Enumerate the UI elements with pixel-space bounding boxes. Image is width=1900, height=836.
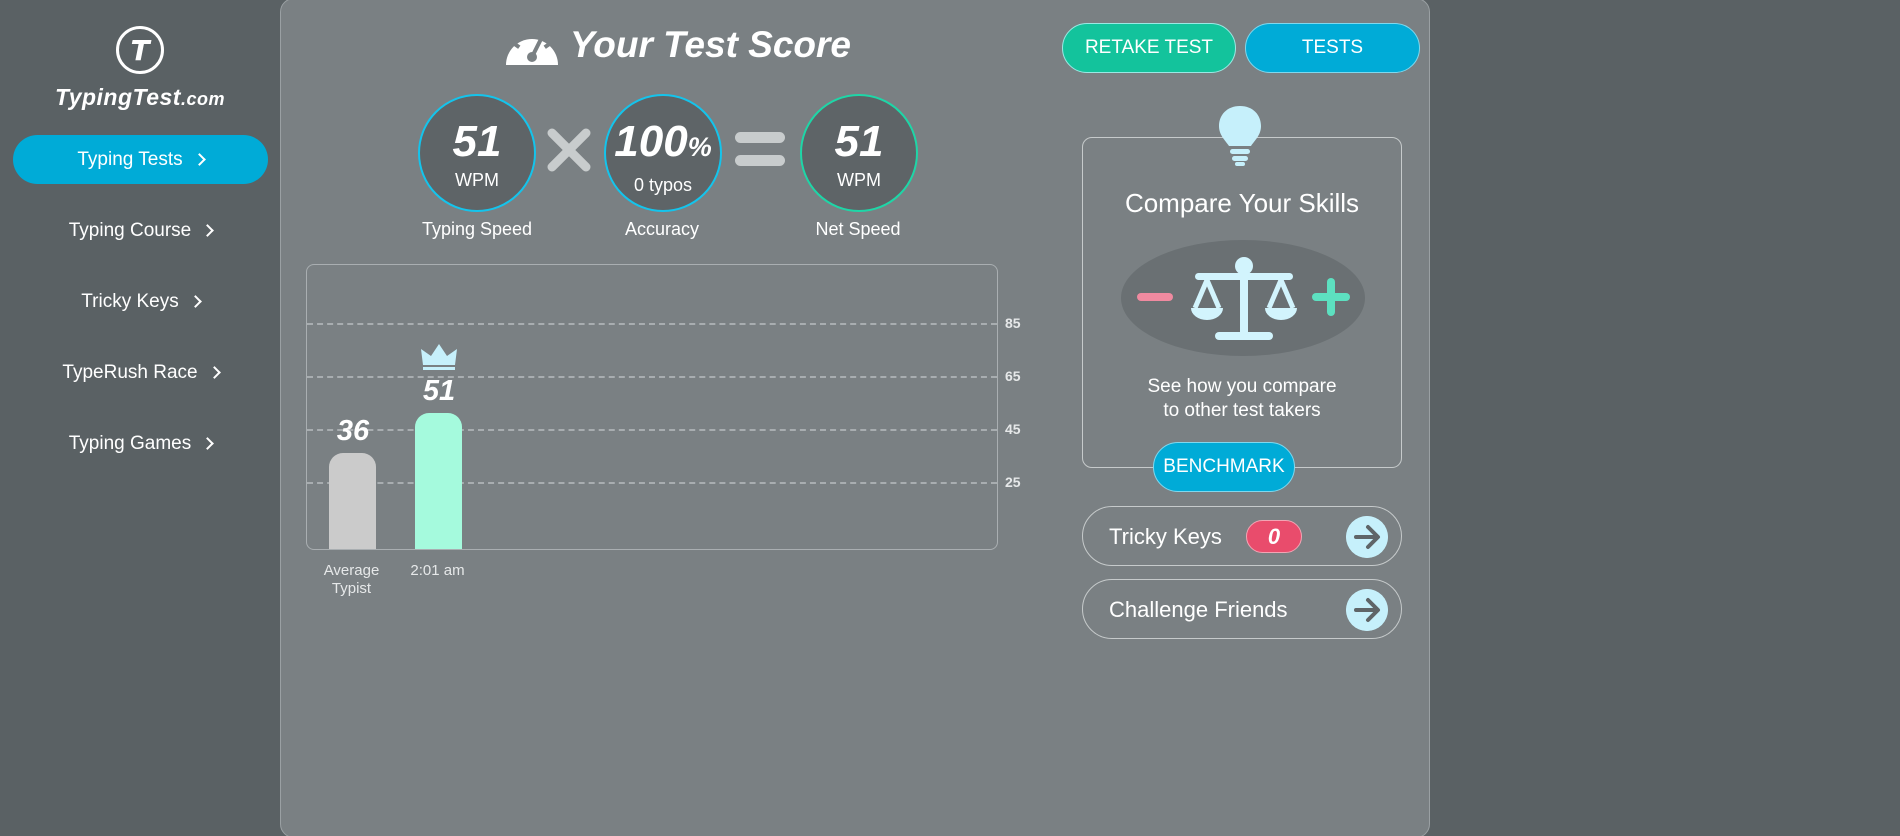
typing-speed-value: 51	[452, 117, 502, 166]
tests-button[interactable]: TESTS	[1245, 23, 1420, 73]
net-speed-unit: WPM	[837, 170, 881, 190]
sidebar-item-label: Typing Course	[68, 219, 192, 241]
sidebar-item-label: Tricky Keys	[81, 290, 179, 312]
sidebar-item-typing-games[interactable]: Typing Games	[13, 419, 268, 468]
net-speed-label: Net Speed	[815, 219, 901, 239]
y-tick-label: 85	[1005, 315, 1021, 331]
typing-speed-unit: WPM	[455, 170, 499, 190]
challenge-friends-row[interactable]: Challenge Friends	[1082, 579, 1402, 639]
tricky-keys-row[interactable]: Tricky Keys 0	[1082, 506, 1402, 566]
multiply-icon	[547, 128, 591, 172]
chevron-right-icon	[192, 153, 206, 166]
sidebar-item-typerush-race[interactable]: TypeRush Race	[13, 348, 268, 397]
x-category-label: 2:01 am	[410, 562, 465, 579]
typos-count: 0 typos	[633, 175, 693, 195]
sidebar-nav: Typing Tests Typing Course Tricky Keys T…	[13, 135, 268, 490]
compare-description: See how you compare to other test takers	[1147, 376, 1337, 421]
chevron-right-icon	[201, 437, 215, 450]
gridline	[307, 323, 997, 325]
y-tick-label: 25	[1005, 474, 1021, 490]
compare-skills-card: Compare Your Skills See how you compare …	[1082, 137, 1402, 468]
logo-text: TypingTest.com	[55, 84, 225, 110]
typingtest-logo-icon: T	[116, 26, 164, 74]
retake-test-button[interactable]: RETAKE TEST	[1062, 23, 1236, 73]
bar-average-typist	[329, 452, 376, 549]
sidebar-item-label: Typing Tests	[77, 148, 183, 170]
sidebar: T TypingTest.com Typing Tests Typing Cou…	[0, 0, 280, 836]
accuracy-label: Accuracy	[624, 219, 700, 239]
arrow-right-icon[interactable]	[1346, 589, 1388, 631]
sidebar-item-typing-course[interactable]: Typing Course	[13, 206, 268, 255]
sidebar-item-label: Typing Games	[68, 432, 192, 454]
lightbulb-icon	[1219, 106, 1261, 166]
chevron-right-icon	[201, 224, 215, 237]
sidebar-item-tricky-keys[interactable]: Tricky Keys	[13, 277, 268, 326]
bar-your-result	[415, 413, 462, 549]
bar-value-label: 36	[336, 414, 370, 447]
sidebar-item-typing-tests[interactable]: Typing Tests	[13, 135, 268, 184]
title-text: Your Test Score	[570, 24, 852, 65]
gridline	[307, 429, 997, 431]
tricky-keys-count-badge: 0	[1246, 520, 1302, 553]
accuracy-value: 100%	[614, 117, 712, 166]
bar-value-label: 51	[422, 375, 456, 408]
typing-speed-label: Typing Speed	[421, 219, 533, 239]
tricky-keys-label: Tricky Keys	[1109, 524, 1222, 549]
typing-speed-circle: 51 WPM	[418, 94, 536, 212]
challenge-friends-label: Challenge Friends	[1109, 597, 1288, 622]
compare-title: Compare Your Skills	[1124, 188, 1360, 218]
sidebar-item-label: TypeRush Race	[62, 361, 198, 383]
chevron-right-icon	[188, 295, 202, 308]
net-speed-value: 51	[834, 117, 884, 166]
gridline	[307, 482, 997, 484]
equals-icon	[735, 132, 785, 166]
x-category-label: Average Typist	[323, 562, 380, 597]
speedometer-icon	[506, 29, 558, 65]
balance-scale-icon	[1137, 257, 1350, 340]
benchmark-button[interactable]: BENCHMARK	[1153, 442, 1295, 492]
crown-icon	[421, 344, 457, 371]
arrow-right-icon[interactable]	[1346, 516, 1388, 558]
net-speed-circle: 51 WPM	[800, 94, 918, 212]
y-tick-label: 45	[1005, 421, 1021, 437]
site-logo[interactable]: T TypingTest.com	[0, 26, 280, 111]
wpm-bar-chart: 85 65 45 25 36 51	[306, 264, 1021, 550]
page-title: Your Test Score	[504, 22, 851, 68]
chevron-right-icon	[207, 366, 221, 379]
accuracy-circle: 100% 0 typos	[604, 94, 722, 212]
y-tick-label: 65	[1005, 368, 1021, 384]
